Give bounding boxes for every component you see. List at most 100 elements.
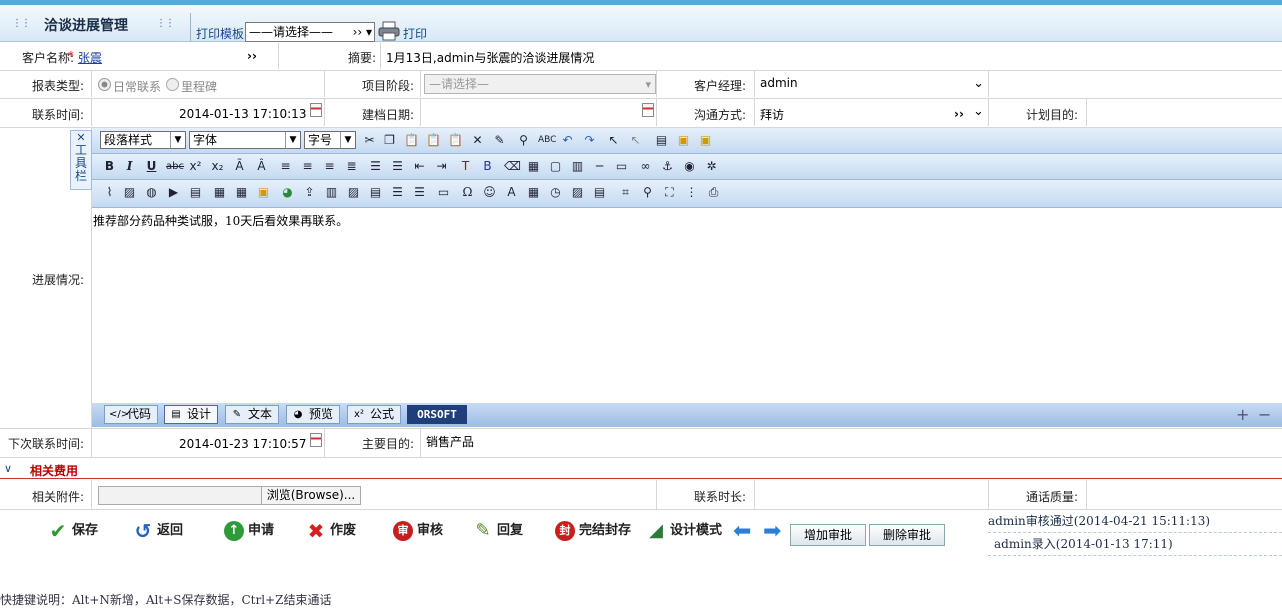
save-button[interactable]: ✔ 保存	[48, 520, 98, 542]
font-shrink-icon[interactable]: Â	[254, 159, 269, 174]
photo-icon[interactable]: ▨	[570, 185, 585, 200]
paragraph-style-select[interactable]: 段落样式 ▼	[100, 131, 186, 149]
seal-button[interactable]: 封完结封存	[555, 520, 631, 542]
zoom-icon[interactable]: ⚲	[640, 185, 655, 200]
brush-icon[interactable]: ✎	[492, 133, 507, 148]
cut-icon[interactable]: ✂	[362, 133, 377, 148]
radio-daily[interactable]	[98, 78, 111, 91]
grid-icon[interactable]: ⌗	[618, 185, 633, 200]
browse-button[interactable]: 浏览(Browse)...	[261, 486, 361, 505]
expand-icon[interactable]: +	[1236, 405, 1249, 424]
format-icon[interactable]: ▦	[526, 159, 541, 174]
print-template-select[interactable]: ——请选择—— ›› ▾	[245, 22, 375, 42]
audit-button[interactable]: 审审核	[393, 520, 443, 542]
arrow-right-icon[interactable]: ➡	[763, 519, 781, 544]
gallery-icon[interactable]: ▨	[346, 185, 361, 200]
add-approval-button[interactable]: 增加审批	[790, 524, 866, 546]
file-icon[interactable]: ▤	[188, 185, 203, 200]
italic-icon[interactable]: I	[122, 159, 137, 174]
paste-word-icon[interactable]: 📋	[448, 133, 463, 148]
attachment-icon[interactable]: ⌇	[102, 185, 117, 200]
delete-approval-button[interactable]: 删除审批	[869, 524, 945, 546]
art-text-icon[interactable]: A	[504, 185, 519, 200]
back-button[interactable]: ↺ 返回	[133, 520, 183, 542]
mode-design-button[interactable]: ▤ 设计	[164, 405, 218, 424]
comm-method-picker-icon[interactable]: ››	[954, 107, 964, 121]
ordered-list-icon[interactable]: ☰	[368, 159, 383, 174]
web-icon[interactable]: ◕	[280, 185, 295, 200]
main-purpose-value[interactable]: 销售产品	[426, 433, 474, 450]
redo-icon[interactable]: ↷	[582, 133, 597, 148]
page-break-icon[interactable]: ⋮	[684, 185, 699, 200]
text-color-icon[interactable]: T	[458, 159, 473, 174]
media-icon[interactable]: ▶	[166, 185, 181, 200]
outdent-icon[interactable]: ⇤	[412, 159, 427, 174]
textbox-icon[interactable]: ▭	[436, 185, 451, 200]
reply-button[interactable]: ✎ 回复	[473, 520, 523, 542]
flash-icon[interactable]: ◍	[144, 185, 159, 200]
collapse-icon[interactable]: −	[1258, 405, 1271, 424]
next-contact-input[interactable]: 2014-01-23 17:10:57	[179, 437, 306, 451]
paragraph-icon[interactable]: ☰	[412, 185, 427, 200]
omega-icon[interactable]: Ω	[460, 185, 475, 200]
chart-icon[interactable]: ▥	[324, 185, 339, 200]
globe-link-icon[interactable]: ◉	[682, 159, 697, 174]
mode-text-button[interactable]: ✎ 文本	[225, 405, 279, 424]
table-props-icon[interactable]: ▦	[234, 185, 249, 200]
upload-icon[interactable]: ⇪	[302, 185, 317, 200]
pointer-icon[interactable]: ↖	[628, 133, 643, 148]
mode-code-button[interactable]: </> 代码	[104, 405, 158, 424]
paste-icon[interactable]: 📋	[404, 133, 419, 148]
comm-method-value[interactable]: 拜访	[760, 106, 784, 123]
customer-picker-icon[interactable]: ››	[247, 49, 257, 63]
indent-icon[interactable]: ⇥	[434, 159, 449, 174]
box-icon[interactable]: ▢	[548, 159, 563, 174]
select-pointer-icon[interactable]: ↖	[606, 133, 621, 148]
editor-content[interactable]: 推荐部分药品种类试服，10天后看效果再联系。	[92, 208, 1282, 403]
print-button[interactable]: 打印	[403, 25, 427, 42]
document-icon[interactable]: ▤	[654, 133, 669, 148]
design-mode-button[interactable]: ◢ 设计模式	[646, 520, 722, 542]
font-size-select[interactable]: 字号 ▼	[304, 131, 356, 149]
calendar-icon[interactable]	[642, 103, 654, 117]
link-icon[interactable]: ∞	[638, 159, 653, 174]
subscript-icon[interactable]: x₂	[210, 159, 225, 174]
form-icon[interactable]: ▤	[368, 185, 383, 200]
align-right-icon[interactable]: ≡	[322, 159, 337, 174]
justify-icon[interactable]: ≣	[344, 159, 359, 174]
font-grow-icon[interactable]: Ã	[232, 159, 247, 174]
fieldset-icon[interactable]: ▥	[570, 159, 585, 174]
font-select[interactable]: 字体 ▼	[189, 131, 301, 149]
clear-format-icon[interactable]: ⌫	[504, 159, 521, 174]
collapse-toggle-icon[interactable]: ∨	[4, 462, 12, 475]
time-icon[interactable]: ◷	[548, 185, 563, 200]
align-left-icon[interactable]: ≡	[278, 159, 293, 174]
calendar-icon[interactable]	[310, 433, 322, 447]
mode-formula-button[interactable]: x² 公式	[347, 405, 401, 424]
layer-front-icon[interactable]: ▣	[676, 133, 691, 148]
copy-icon[interactable]: ❐	[382, 133, 397, 148]
emoji-icon[interactable]: ☺	[482, 185, 497, 200]
layer-back-icon[interactable]: ▣	[698, 133, 713, 148]
printer-icon[interactable]	[378, 21, 400, 41]
bold-icon[interactable]: B	[102, 159, 117, 174]
align-center-icon[interactable]: ≡	[300, 159, 315, 174]
image-icon[interactable]: ▨	[122, 185, 137, 200]
summary-input[interactable]: 1月13日,admin与张震的洽谈进展情况	[386, 49, 594, 66]
table-icon[interactable]: ▦	[212, 185, 227, 200]
project-stage-select[interactable]: —请选择— ▾	[424, 74, 656, 94]
hr-icon[interactable]: ─	[592, 159, 607, 174]
anchor-icon[interactable]: ⚓	[660, 159, 675, 174]
underline-icon[interactable]: U	[144, 159, 159, 174]
paste-text-icon[interactable]: 📋	[426, 133, 441, 148]
radio-milestone[interactable]	[166, 78, 179, 91]
mode-preview-button[interactable]: ◕ 预览	[286, 405, 340, 424]
arrow-left-icon[interactable]: ⬅	[733, 519, 751, 544]
delete-icon[interactable]: ✕	[470, 133, 485, 148]
bg-color-icon[interactable]: B	[480, 159, 495, 174]
marquee-icon[interactable]: ▭	[614, 159, 629, 174]
manager-select[interactable]: admin ⌄	[756, 74, 988, 94]
print-preview-icon[interactable]: ⎙	[706, 185, 721, 200]
line-height-icon[interactable]: ☰	[390, 185, 405, 200]
template-icon[interactable]: ▤	[592, 185, 607, 200]
